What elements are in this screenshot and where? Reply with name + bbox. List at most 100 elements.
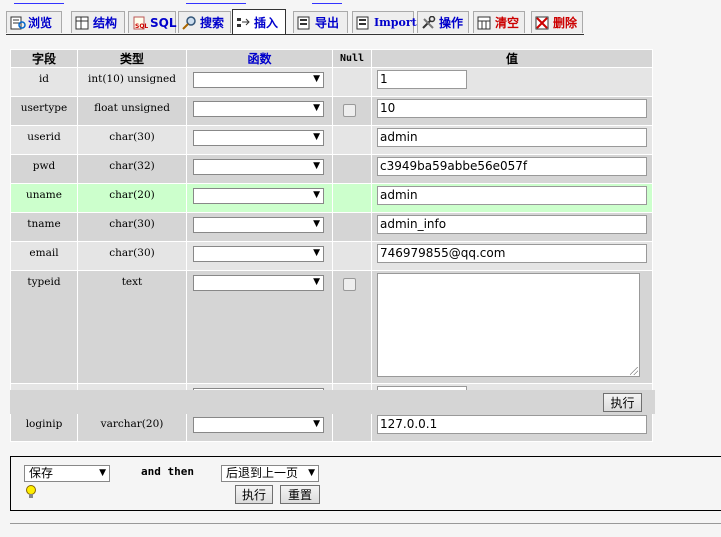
tab-import[interactable]: Import — [352, 11, 417, 33]
and-then-label: and then — [141, 465, 194, 478]
dropdown-arrow-icon: ▼ — [313, 190, 320, 200]
value-input[interactable]: 10 — [377, 99, 647, 118]
reset-button[interactable]: 重置 — [280, 485, 320, 504]
search-icon — [182, 15, 198, 30]
table-header-row: 字段 类型 函数 Null 值 — [11, 50, 652, 67]
function-select[interactable]: ▼ — [193, 188, 324, 204]
sql-icon: SQL — [132, 16, 148, 30]
header-type: 类型 — [78, 50, 186, 67]
field-type: char(30) — [78, 242, 186, 270]
after-insert-panel: 保存 ▼ and then 后退到上一页 ▼ 执行 重置 — [10, 456, 721, 511]
table-row: pwd char(32) ▼ c3949ba59abbe56e057f — [11, 155, 652, 183]
field-type: char(30) — [78, 213, 186, 241]
field-name: typeid — [11, 271, 77, 383]
value-input[interactable]: c3949ba59abbe56e057f — [377, 157, 647, 176]
structure-icon — [75, 16, 91, 30]
dropdown-arrow-icon: ▼ — [308, 468, 315, 478]
field-name: email — [11, 242, 77, 270]
null-checkbox[interactable] — [343, 278, 356, 291]
table-row: typeid text ▼ — [11, 271, 652, 383]
null-cell — [333, 213, 371, 241]
null-cell — [333, 68, 371, 96]
tab-bar: 浏览 结构 SQL SQL 搜索 插入 导出 Import 操作 清空 删除 — [6, 9, 586, 35]
tab-browse[interactable]: 浏览 — [6, 11, 62, 33]
cut-off-top-links — [0, 0, 721, 6]
tab-bar-divider — [6, 34, 584, 35]
table-row: userid char(30) ▼ admin — [11, 126, 652, 154]
null-cell — [333, 184, 371, 212]
execute-button[interactable]: 执行 — [603, 393, 642, 412]
field-type: varchar(20) — [78, 413, 186, 441]
tab-search[interactable]: 搜索 — [178, 11, 231, 33]
null-cell — [333, 413, 371, 441]
function-select[interactable]: ▼ — [193, 72, 324, 88]
tab-export[interactable]: 导出 — [293, 11, 348, 33]
operations-icon — [421, 15, 437, 30]
tab-empty[interactable]: 清空 — [473, 11, 525, 33]
function-select[interactable]: ▼ — [193, 417, 324, 433]
value-input[interactable]: 746979855@qq.com — [377, 244, 647, 263]
drop-icon — [535, 16, 551, 30]
action-select[interactable]: 保存 ▼ — [24, 465, 110, 482]
tab-operations[interactable]: 操作 — [417, 11, 469, 33]
table-row: usertype float unsigned ▼ 10 — [11, 97, 652, 125]
export-icon — [297, 16, 313, 30]
dropdown-arrow-icon: ▼ — [313, 248, 320, 258]
field-name: usertype — [11, 97, 77, 125]
field-type: text — [78, 271, 186, 383]
empty-icon — [477, 16, 493, 30]
value-textarea[interactable] — [377, 273, 640, 377]
bottom-divider — [10, 523, 721, 524]
execute-button-bottom[interactable]: 执行 — [235, 485, 273, 504]
dropdown-arrow-icon: ▼ — [313, 219, 320, 229]
table-row: uname char(20) ▼ admin — [11, 184, 652, 212]
lightbulb-icon — [25, 485, 37, 499]
field-name: uname — [11, 184, 77, 212]
dropdown-arrow-icon: ▼ — [313, 103, 320, 113]
function-select[interactable]: ▼ — [193, 101, 324, 117]
function-select[interactable]: ▼ — [193, 275, 324, 291]
header-value: 值 — [372, 50, 652, 67]
tab-drop[interactable]: 删除 — [531, 11, 583, 33]
null-checkbox[interactable] — [343, 104, 356, 117]
value-input[interactable]: admin — [377, 128, 647, 147]
field-name: tname — [11, 213, 77, 241]
field-name: id — [11, 68, 77, 96]
after-action-select[interactable]: 后退到上一页 ▼ — [221, 465, 319, 482]
field-name: loginip — [11, 413, 77, 441]
field-type: float unsigned — [78, 97, 186, 125]
dropdown-arrow-icon: ▼ — [313, 419, 320, 429]
tab-structure[interactable]: 结构 — [71, 11, 125, 33]
submit-bar: 执行 — [10, 390, 655, 414]
browse-icon — [10, 16, 26, 30]
resize-grip-icon[interactable] — [630, 367, 638, 375]
tab-insert[interactable]: 插入 — [232, 9, 286, 35]
value-input[interactable]: admin — [377, 186, 647, 205]
dropdown-arrow-icon: ▼ — [313, 74, 320, 84]
null-cell — [333, 155, 371, 183]
null-cell — [333, 242, 371, 270]
table-row: id int(10) unsigned ▼ 1 — [11, 68, 652, 96]
function-select[interactable]: ▼ — [193, 130, 324, 146]
dropdown-arrow-icon: ▼ — [313, 161, 320, 171]
function-select[interactable]: ▼ — [193, 246, 324, 262]
field-name: userid — [11, 126, 77, 154]
field-name: pwd — [11, 155, 77, 183]
header-function: 函数 — [187, 50, 332, 67]
tab-sql[interactable]: SQL SQL — [128, 11, 177, 33]
header-field: 字段 — [11, 50, 77, 67]
value-input[interactable]: 127.0.0.1 — [377, 415, 647, 434]
value-input[interactable]: admin_info — [377, 215, 647, 234]
value-input[interactable]: 1 — [377, 70, 467, 89]
table-row: loginip varchar(20) ▼ 127.0.0.1 — [11, 413, 652, 441]
table-row: tname char(30) ▼ admin_info — [11, 213, 652, 241]
function-select[interactable]: ▼ — [193, 159, 324, 175]
table-row: email char(30) ▼ 746979855@qq.com — [11, 242, 652, 270]
field-type: char(32) — [78, 155, 186, 183]
dropdown-arrow-icon: ▼ — [99, 468, 106, 478]
function-select[interactable]: ▼ — [193, 217, 324, 233]
import-icon — [356, 16, 372, 30]
field-type: char(20) — [78, 184, 186, 212]
dropdown-arrow-icon: ▼ — [313, 277, 320, 287]
dropdown-arrow-icon: ▼ — [313, 132, 320, 142]
